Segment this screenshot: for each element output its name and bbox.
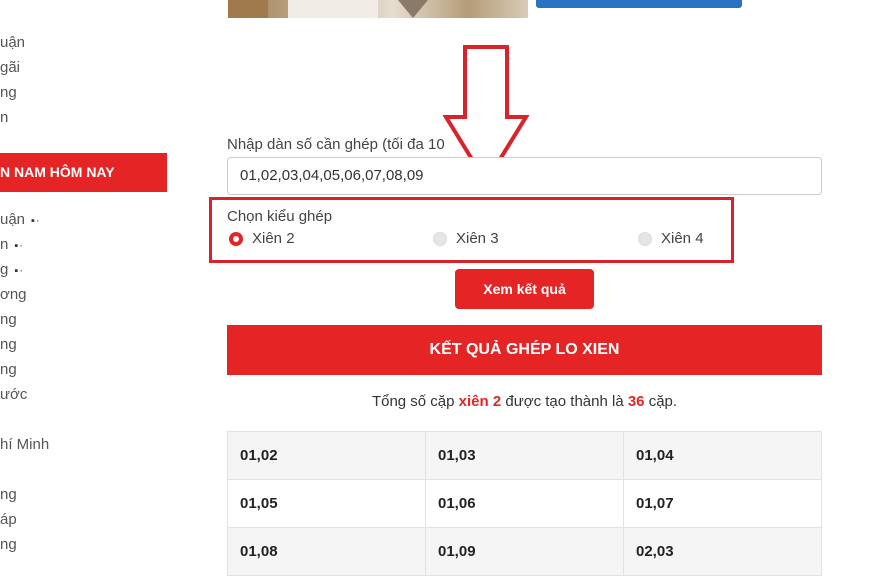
sidebar-link[interactable]: ng (0, 486, 17, 503)
numbers-input[interactable]: 01,02,03,04,05,06,07,08,09 (227, 157, 822, 195)
sidebar-link[interactable]: hí Minh (0, 436, 49, 453)
sidebar-link[interactable]: ơng (0, 286, 27, 303)
sidebar-link[interactable]: gãi (0, 59, 20, 76)
numbers-input-label: Nhập dàn số cần ghép (tối đa 10 (227, 136, 445, 153)
sidebar-link[interactable]: uận (0, 34, 25, 51)
sidebar-link[interactable]: uận ▪· (0, 211, 41, 228)
results-header: KẾT QUẢ GHÉP LO XIEN (227, 325, 822, 375)
sidebar-link[interactable]: ng (0, 336, 17, 353)
sidebar-link[interactable]: ước (0, 386, 27, 403)
banner-illustration (228, 0, 428, 18)
summary-text: cặp. (648, 393, 678, 410)
table-row: 01,05 01,06 01,07 (227, 479, 822, 528)
summary-text: được tạo thành là (505, 393, 624, 410)
summary-count: 36 (627, 393, 645, 410)
banner-image (228, 0, 528, 18)
sidebar-link[interactable]: n (0, 109, 8, 126)
sidebar-link[interactable]: ng (0, 361, 17, 378)
sidebar-link-label: n (0, 236, 9, 253)
pair-cell: 01,04 (623, 431, 822, 480)
top-action-button[interactable] (536, 0, 742, 8)
status-dots: ▪· (14, 265, 24, 277)
sidebar: uận gãi ng n N NAM HÔM NAY uận ▪· n ▪· g ▪·… (0, 0, 170, 553)
pair-cell: 01,02 (227, 431, 426, 480)
pair-cell: 01,03 (425, 431, 624, 480)
sidebar-link[interactable]: áp (0, 511, 17, 528)
sidebar-link[interactable]: ng (0, 84, 17, 101)
status-dots: ▪· (31, 215, 41, 227)
sidebar-link[interactable]: g ▪· (0, 261, 24, 278)
highlight-annotation-box (209, 197, 734, 263)
sidebar-link[interactable]: ng (0, 311, 17, 328)
summary-text: Tổng số cặp (371, 393, 455, 410)
results-summary: Tổng số cặp xiên 2 được tạo thành là 36 … (227, 393, 822, 410)
view-results-button[interactable]: Xem kết quả (455, 269, 594, 309)
table-row: 01,02 01,03 01,04 (227, 431, 822, 480)
sidebar-link-label: g (0, 261, 9, 278)
pair-cell: 01,06 (425, 479, 624, 528)
status-dots: ▪· (14, 240, 24, 252)
summary-type: xiên 2 (458, 393, 502, 410)
pair-cell: 01,05 (227, 479, 426, 528)
sidebar-link-label: uận (0, 211, 26, 228)
sidebar-section-header: N NAM HÔM NAY (0, 153, 167, 192)
pair-cell: 01,07 (623, 479, 822, 528)
pairs-table: 01,02 01,03 01,04 01,05 01,06 01,07 01,0… (227, 431, 822, 576)
sidebar-link[interactable]: n ▪· (0, 236, 24, 253)
sidebar-link[interactable]: ng (0, 536, 17, 553)
